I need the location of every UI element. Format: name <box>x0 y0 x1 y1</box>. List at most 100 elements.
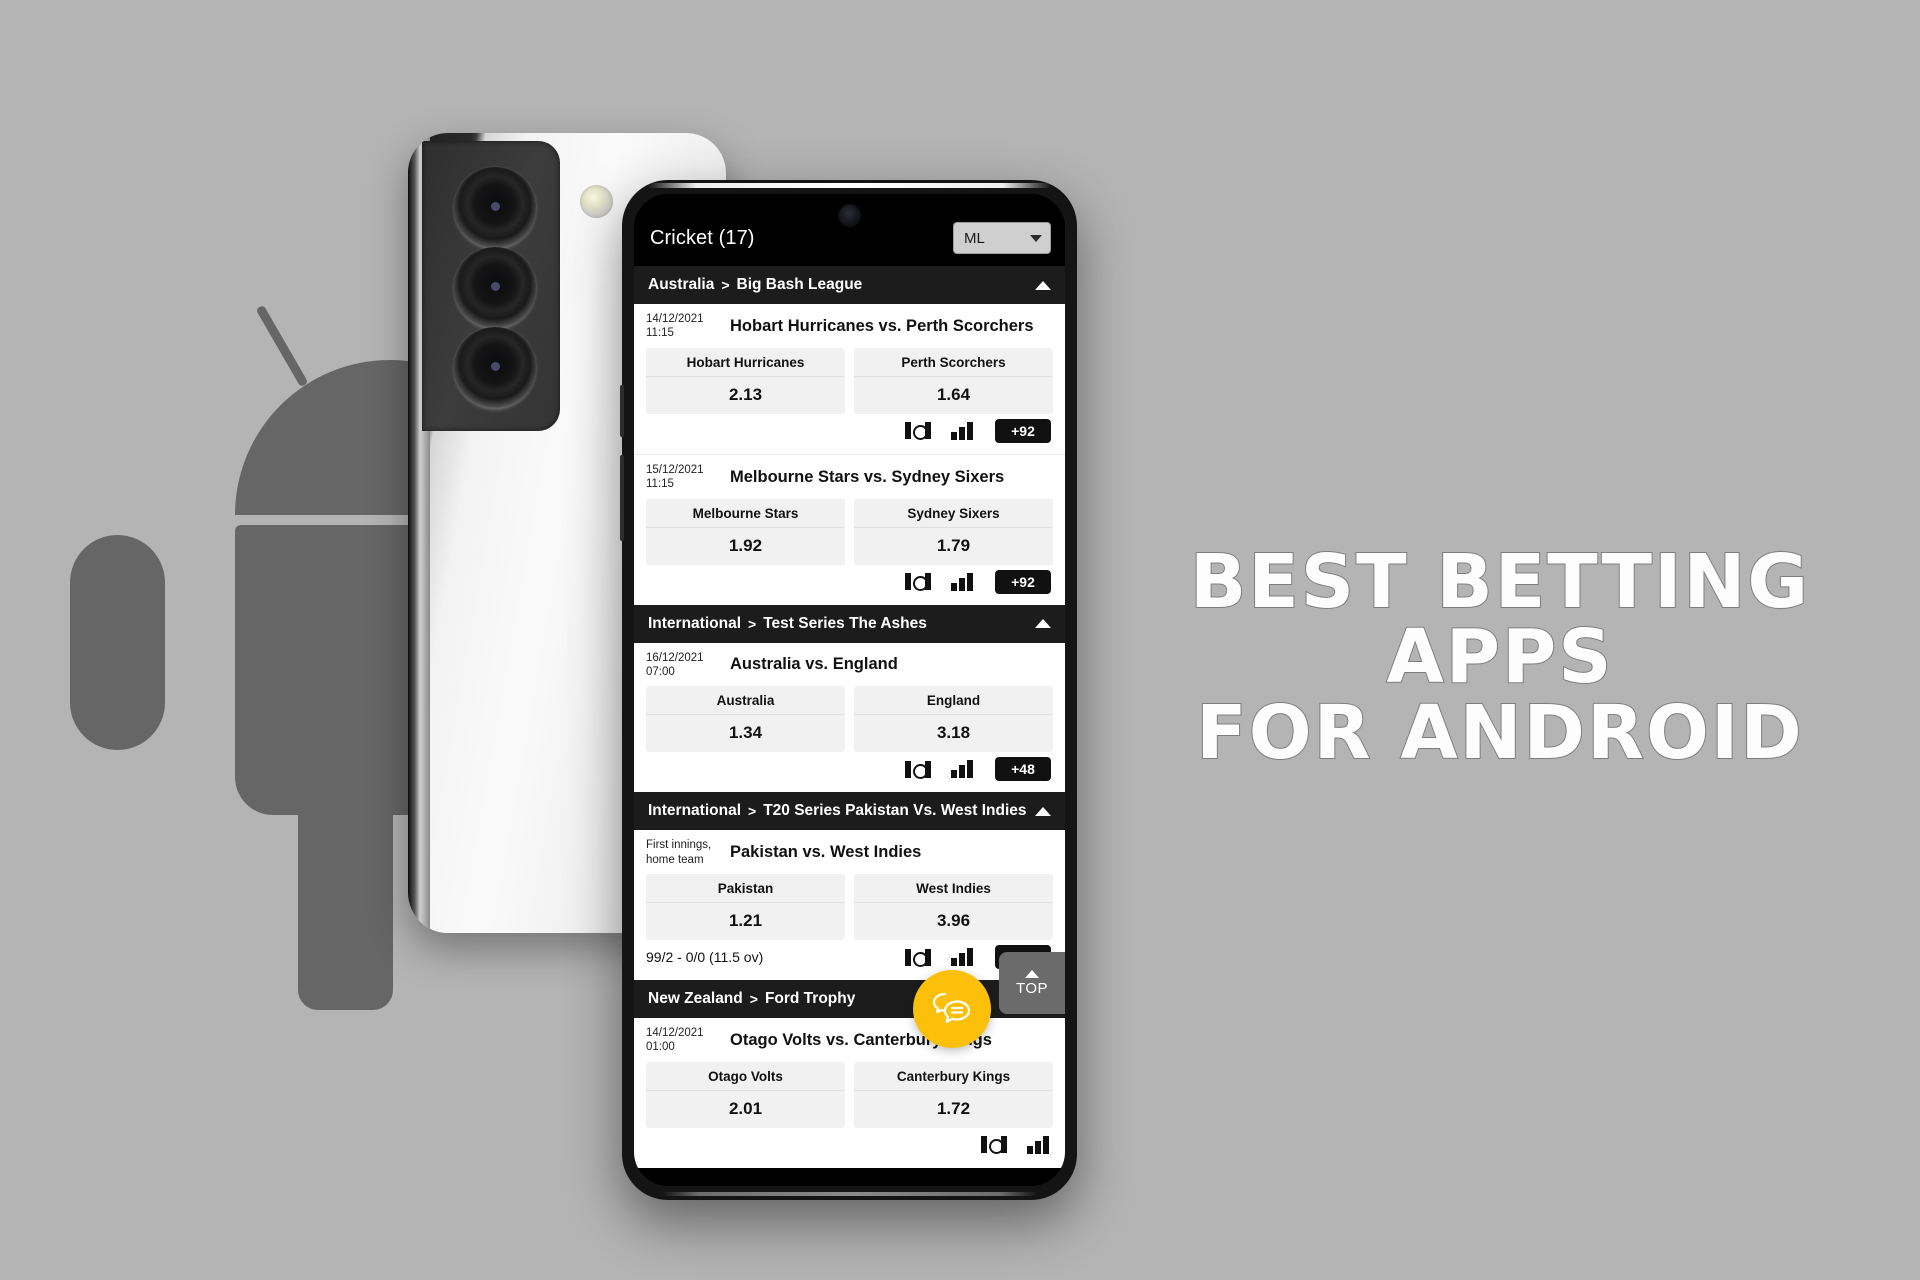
caret-up-icon[interactable] <box>1035 280 1051 290</box>
cricket-pitch-icon[interactable] <box>905 573 931 591</box>
statistics-bar-chart-icon[interactable] <box>951 948 975 966</box>
match-header: First innings, home team Pakistan vs. West… <box>646 838 1053 867</box>
odds-value: 1.92 <box>728 535 763 555</box>
match-row[interactable]: 14/12/2021 01:00 Otago Volts vs. Canterbur… <box>634 1018 1065 1168</box>
odds-team-label: Australia <box>646 686 845 716</box>
chat-fab-button[interactable] <box>913 970 991 1048</box>
odds-button[interactable]: Canterbury Kings 1.72 <box>854 1061 1053 1128</box>
odds-button[interactable]: Otago Volts 2.01 <box>646 1061 845 1128</box>
phone-top-highlight <box>648 183 1051 188</box>
league-header[interactable]: International > T20 Series Pakistan Vs. We… <box>634 792 1065 831</box>
breadcrumb-separator: > <box>748 803 757 820</box>
match-footer <box>646 1128 1053 1162</box>
odds-team-label: Otago Volts <box>646 1062 845 1091</box>
match-row[interactable]: 15/12/2021 11:15 Melbourne Stars vs. Sydne… <box>634 453 1065 605</box>
camera-lens-icon <box>454 247 536 329</box>
match-date: 14/12/2021 <box>646 1027 704 1039</box>
more-markets-badge[interactable]: +92 <box>995 418 1051 443</box>
odds-button[interactable]: Australia 1.34 <box>646 686 845 753</box>
market-select[interactable]: ML <box>953 222 1051 254</box>
odds-row: Australia 1.34 England 3.18 <box>646 686 1053 753</box>
odds-row: Hobart Hurricanes 2.13 Perth Scorchers 1.64 <box>646 347 1053 414</box>
match-footer: +92 <box>646 565 1053 599</box>
odds-button[interactable]: Melbourne Stars 1.92 <box>646 498 845 565</box>
league-country: Australia <box>648 276 715 293</box>
scroll-to-top-button[interactable]: TOP <box>999 952 1065 1014</box>
headline-line-2: FOR ANDROID <box>1195 689 1804 776</box>
volume-up-button[interactable] <box>620 385 624 437</box>
chat-bubbles-icon <box>932 992 971 1023</box>
odds-value: 1.64 <box>936 384 971 404</box>
phone-bottom-highlight <box>662 1192 1037 1196</box>
cricket-pitch-icon[interactable] <box>905 948 931 967</box>
match-row[interactable]: 16/12/2021 07:00 Australia vs. England Aust… <box>634 642 1065 793</box>
camera-flash-icon <box>580 185 613 218</box>
cricket-pitch-icon[interactable] <box>905 422 931 441</box>
match-row[interactable]: 14/12/2021 11:15 Hobart Hurricanes vs. Per… <box>634 304 1065 454</box>
statistics-bar-chart-icon[interactable] <box>951 760 975 779</box>
odds-button[interactable]: Pakistan 1.21 <box>646 874 845 940</box>
more-markets-badge[interactable]: +92 <box>995 569 1051 594</box>
league-sections: Australia > Big Bash League 14/12/2021 11:15… <box>634 266 1065 1168</box>
odds-value: 2.01 <box>728 1098 763 1118</box>
app-topbar: Cricket (17) ML <box>634 194 1065 266</box>
league-header[interactable]: International > Test Series The Ashes <box>634 604 1065 643</box>
robot-leg <box>298 810 393 1010</box>
match-date: First innings, <box>646 839 712 852</box>
match-datetime: 14/12/2021 11:15 <box>646 312 720 341</box>
statistics-bar-chart-icon[interactable] <box>1027 1135 1051 1154</box>
odds-row: Melbourne Stars 1.92 Sydney Sixers 1.79 <box>646 498 1053 565</box>
odds-button[interactable]: Hobart Hurricanes 2.13 <box>646 347 845 414</box>
match-header: 15/12/2021 11:15 Melbourne Stars vs. Sydne… <box>646 463 1053 492</box>
odds-team-label: Hobart Hurricanes <box>646 348 845 377</box>
statistics-bar-chart-icon[interactable] <box>951 421 975 440</box>
match-datetime: 15/12/2021 11:15 <box>646 463 720 492</box>
odds-value: 1.72 <box>936 1098 971 1118</box>
league-header[interactable]: Australia > Big Bash League <box>634 266 1065 304</box>
robot-arm <box>70 535 165 750</box>
odds-team-label: West Indies <box>854 874 1053 903</box>
match-title: Hobart Hurricanes vs. Perth Scorchers <box>730 316 1034 335</box>
odds-button[interactable]: Sydney Sixers 1.79 <box>854 498 1053 565</box>
odds-value: 1.34 <box>728 723 763 743</box>
odds-team-label: England <box>854 686 1053 716</box>
page-title: Cricket (17) <box>650 226 755 249</box>
camera-lens-icon <box>454 327 536 409</box>
caret-up-icon[interactable] <box>1035 619 1051 628</box>
odds-value: 3.18 <box>936 723 971 743</box>
odds-button[interactable]: England 3.18 <box>854 686 1053 753</box>
cricket-pitch-icon[interactable] <box>981 1136 1007 1155</box>
odds-value: 3.96 <box>936 911 971 930</box>
chevron-up-icon <box>1025 969 1039 978</box>
match-time: 07:00 <box>646 665 675 678</box>
odds-button[interactable]: Perth Scorchers 1.64 <box>854 347 1053 414</box>
cricket-pitch-icon[interactable] <box>905 760 931 779</box>
league-country: International <box>648 802 742 820</box>
volume-down-button[interactable] <box>620 455 624 541</box>
league-country: New Zealand <box>648 990 743 1007</box>
match-date: 15/12/2021 <box>646 463 704 476</box>
more-markets-badge[interactable]: +48 <box>995 757 1051 782</box>
odds-team-label: Pakistan <box>646 874 845 903</box>
breadcrumb-separator: > <box>748 615 757 632</box>
antenna-icon <box>255 304 309 388</box>
phone-front-mockup: Cricket (17) ML Australia > Big Bash Leagu… <box>620 180 1077 1200</box>
chevron-down-icon <box>1030 234 1042 242</box>
phone-screen: Cricket (17) ML Australia > Big Bash Leagu… <box>634 194 1065 1186</box>
match-footer: 99/2 - 0/0 (11.5 ov)+38 <box>646 940 1053 974</box>
headline-line-1: BEST BETTING APPS <box>1189 539 1811 701</box>
scroll-to-top-label: TOP <box>1015 979 1049 997</box>
odds-value: 1.21 <box>728 911 763 930</box>
odds-row: Otago Volts 2.01 Canterbury Kings 1.72 <box>646 1061 1053 1128</box>
page-headline: BEST BETTING APPS FOR ANDROID <box>1130 543 1870 776</box>
odds-value: 1.79 <box>936 535 971 555</box>
match-title: Pakistan vs. West Indies <box>730 843 922 862</box>
match-time: home team <box>646 853 704 866</box>
statistics-bar-chart-icon[interactable] <box>951 572 975 591</box>
caret-up-icon[interactable] <box>1035 806 1051 816</box>
odds-button[interactable]: West Indies 3.96 <box>854 874 1053 940</box>
league-name: Ford Trophy <box>764 990 856 1007</box>
league-name: Test Series The Ashes <box>763 614 927 632</box>
match-time: 11:15 <box>646 327 674 340</box>
match-datetime: 14/12/2021 01:00 <box>646 1026 720 1055</box>
